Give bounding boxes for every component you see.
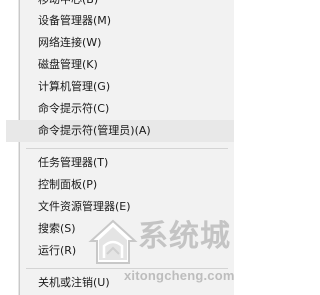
menu-item-label: 运行(R) [38,244,77,257]
menu-item-label: 任务管理器(T) [38,156,109,169]
menu-item-command-prompt[interactable]: 命令提示符(C) [20,98,234,120]
menu-item-file-explorer[interactable]: 文件资源管理器(E) [20,196,234,218]
menu-item-run[interactable]: 运行(R) [20,240,234,262]
menu-item-network-connections[interactable]: 网络连接(W) [20,32,234,54]
menu-item-label: 计算机管理(G) [38,80,111,93]
menu-separator [26,148,228,149]
menu-item-label: 文件资源管理器(E) [38,200,131,213]
menu-item-control-panel[interactable]: 控制面板(P) [20,174,234,196]
menu-item-label: 关机或注销(U) [38,276,110,289]
screenshot-stage: 移动中心(B) 设备管理器(M) 网络连接(W) 磁盘管理(K) 计算机管理(G… [0,0,244,295]
menu-item-computer-management[interactable]: 计算机管理(G) [20,76,234,98]
menu-item-command-prompt-admin[interactable]: 命令提示符(管理员)(A) [6,120,234,142]
menu-item-label: 搜索(S) [38,222,76,235]
menu-item-label: 命令提示符(C) [38,102,110,115]
menu-item-task-manager[interactable]: 任务管理器(T) [20,152,234,174]
menu-item-search[interactable]: 搜索(S) [20,218,234,240]
menu-item-label: 命令提示符(管理员)(A) [38,124,151,137]
menu-separator [26,268,228,269]
menu-item-label: 磁盘管理(K) [38,58,98,71]
menu-item-label: 设备管理器(M) [38,14,112,27]
menu-item-label: 控制面板(P) [38,178,98,191]
context-menu: 移动中心(B) 设备管理器(M) 网络连接(W) 磁盘管理(K) 计算机管理(G… [6,0,234,295]
menu-item-device-manager[interactable]: 设备管理器(M) [20,10,234,32]
menu-item-label: 网络连接(W) [38,36,102,49]
menu-item-shutdown-signout[interactable]: 关机或注销(U) [20,272,234,294]
menu-item-disk-management[interactable]: 磁盘管理(K) [20,54,234,76]
